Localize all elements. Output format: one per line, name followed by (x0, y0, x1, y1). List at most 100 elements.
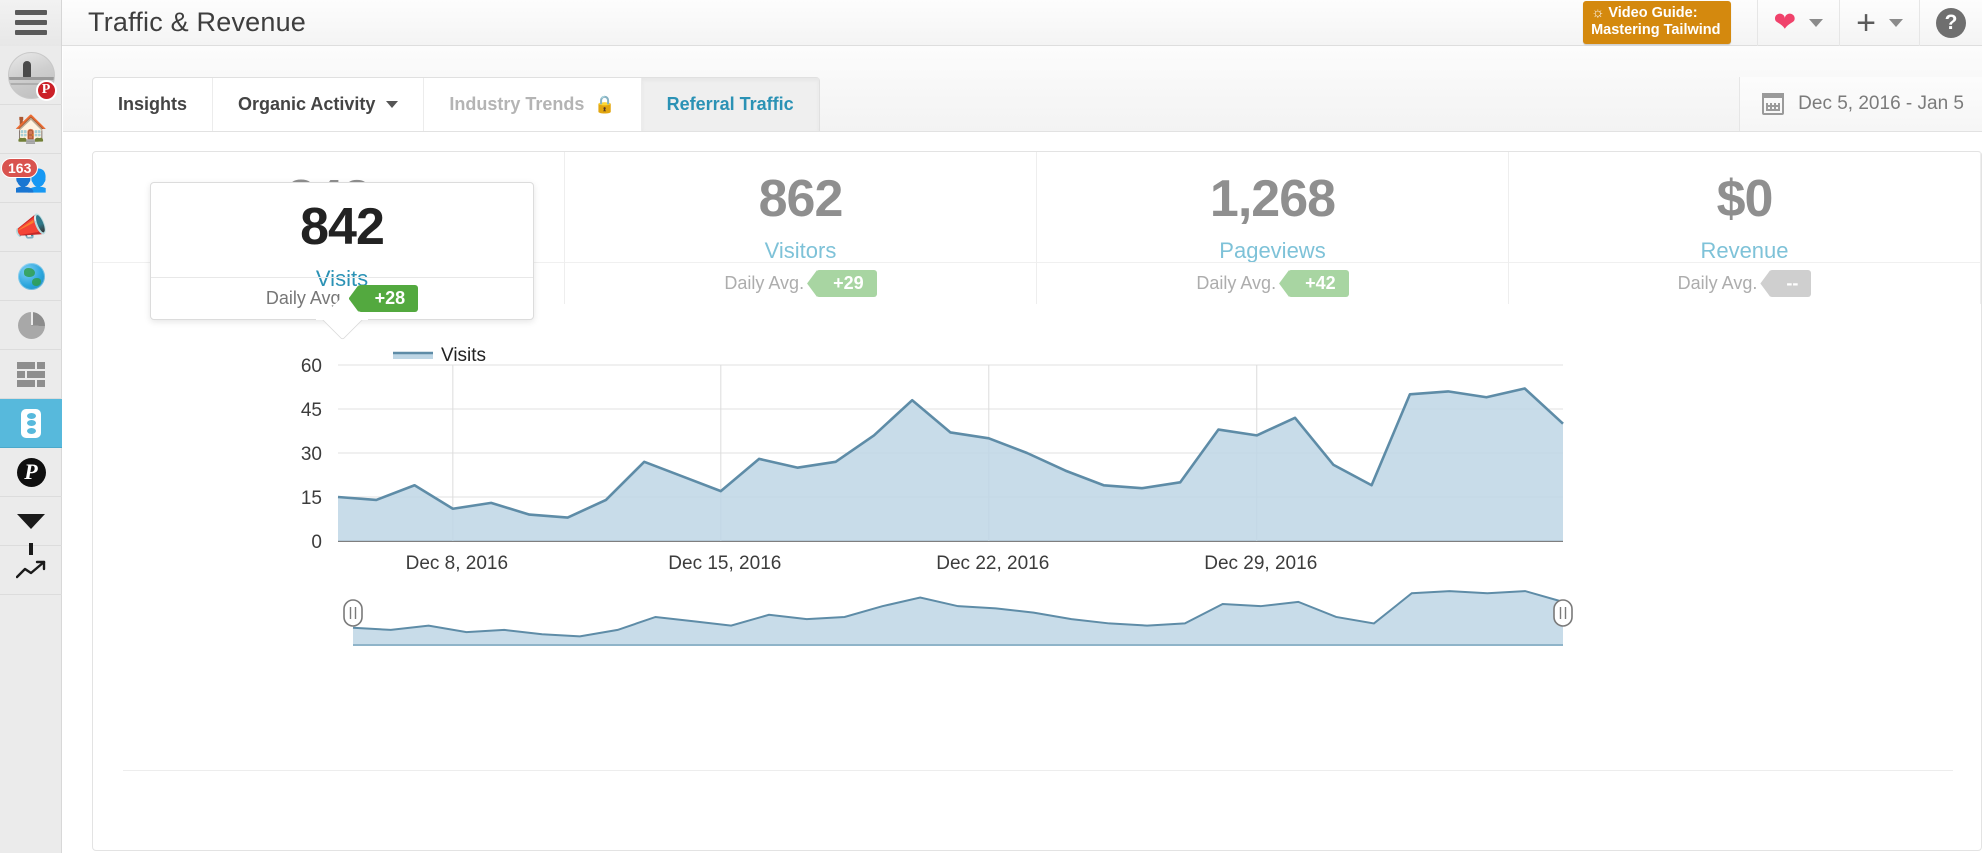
hamburger-bar (14, 20, 47, 25)
svg-text:Visits: Visits (441, 345, 486, 366)
tab-organic-activity[interactable]: Organic Activity (213, 78, 425, 131)
trend-line-icon (16, 560, 46, 579)
sidebar-item-tiles[interactable] (0, 350, 62, 399)
kpi-delta-badge: +29 (816, 270, 877, 297)
sidebar-item-account-avatar[interactable]: P (0, 46, 62, 105)
megaphone-icon: 📣 (14, 211, 48, 242)
question-mark-icon: ? (1936, 7, 1966, 38)
video-guide-line2: Mastering Tailwind (1591, 22, 1721, 38)
plus-icon: + (1856, 3, 1876, 42)
left-range-handle[interactable] (343, 599, 363, 627)
tab-label: Insights (118, 94, 188, 114)
create-menu[interactable]: + (1839, 0, 1919, 46)
kpi-label: Revenue (1700, 238, 1789, 263)
pinterest-badge-icon: P (35, 79, 57, 101)
svg-text:Dec 8, 2016: Dec 8, 2016 (406, 553, 508, 574)
visits-area-chart: 0 15 30 45 60 Dec 8, 2016 Dec 15, 2016 Dec 22, … (93, 337, 1982, 797)
tab-label: Industry Trends (449, 94, 585, 114)
kpi-footer-label: Daily Avg. (724, 273, 805, 293)
kpi-card-visits-selected[interactable]: 842 Visits Daily Avg. +28 (150, 182, 534, 320)
tab-bar: Insights Organic Activity Industry Trend… (92, 77, 820, 131)
tab-referral-traffic[interactable]: Referral Traffic (641, 78, 819, 131)
chevron-down-icon (386, 101, 399, 108)
svg-text:Dec 29, 2016: Dec 29, 2016 (1204, 553, 1317, 574)
traffic-panel: 842 Visits Daily Avg. +28 862 Visitors D… (92, 151, 1982, 851)
tab-insights[interactable]: Insights (93, 78, 214, 131)
tab-industry-trends[interactable]: Industry Trends 🔒 (424, 78, 642, 131)
date-range-picker[interactable]: Dec 5, 2016 - Jan 5 (1739, 77, 1982, 131)
main-content: Insights Organic Activity Industry Trend… (63, 46, 1982, 853)
video-guide-button[interactable]: ☼ Video Guide: Mastering Tailwind (1583, 1, 1731, 44)
kpi-delta-badge: +28 (357, 285, 419, 312)
pinterest-icon: P (16, 457, 46, 487)
kpi-delta-badge: -- (1769, 270, 1812, 297)
sidebar-item-domain[interactable] (0, 252, 62, 301)
kpi-card-pageviews[interactable]: 1,268 Pageviews Daily Avg. +42 (1037, 152, 1509, 304)
kpi-delta-badge: +42 (1288, 270, 1349, 297)
svg-text:Dec 22, 2016: Dec 22, 2016 (936, 553, 1049, 574)
grid-icon (17, 361, 45, 387)
hamburger-bar (14, 30, 47, 35)
kpi-label: Visitors (764, 238, 837, 263)
traffic-light-icon (21, 408, 41, 438)
video-guide-line1: Video Guide: (1608, 5, 1698, 21)
sidebar-item-home[interactable]: 🏠 (0, 105, 62, 154)
page-title: Traffic & Revenue (88, 7, 307, 37)
kpi-value: 842 (300, 198, 385, 256)
kpi-footer: Daily Avg. -- (1509, 262, 1980, 304)
right-range-handle[interactable] (1553, 599, 1573, 627)
left-sidebar: P 🏠 163 👥 📣 P (0, 46, 62, 853)
home-icon: 🏠 (14, 113, 48, 144)
app-root: Traffic & Revenue ☼ Video Guide: Masterin… (0, 0, 1982, 853)
chevron-down-icon (1889, 18, 1903, 27)
chart-canvas[interactable]: 0 15 30 45 60 Dec 8, 2016 Dec 15, 2016 Dec 22, … (93, 337, 1982, 797)
funnel-icon (17, 513, 45, 555)
svg-text:Dec 15, 2016: Dec 15, 2016 (668, 553, 781, 574)
kpi-value: 862 (758, 170, 844, 228)
lock-icon: 🔒 (594, 94, 616, 114)
kpi-footer: Daily Avg. +28 (151, 277, 533, 319)
sidebar-item-analytics[interactable] (0, 301, 62, 350)
lightbulb-icon: ☼ (1591, 5, 1605, 21)
kpi-value: $0 (1716, 170, 1774, 228)
tab-label: Organic Activity (238, 94, 376, 114)
favorites-menu[interactable]: ❤ (1756, 0, 1840, 46)
calendar-icon (1762, 93, 1785, 115)
svg-text:0: 0 (311, 532, 322, 553)
kpi-footer: Daily Avg. +42 (1037, 262, 1508, 304)
help-button[interactable]: ? (1919, 0, 1982, 46)
pie-chart-icon (17, 311, 45, 339)
kpi-footer: Daily Avg. +29 (565, 262, 1036, 304)
kpi-value: 1,268 (1209, 170, 1336, 228)
avatar: P (7, 51, 57, 101)
sidebar-item-pinterest[interactable]: P (0, 448, 62, 497)
svg-text:15: 15 (301, 488, 322, 509)
svg-text:45: 45 (301, 400, 322, 421)
sidebar-item-traffic[interactable] (0, 399, 62, 448)
svg-text:60: 60 (301, 356, 322, 377)
sidebar-item-promote[interactable]: 📣 (0, 203, 62, 252)
hamburger-menu-icon[interactable] (0, 0, 62, 46)
kpi-footer-label: Daily Avg. (265, 288, 346, 308)
heart-icon: ❤ (1773, 7, 1797, 37)
sidebar-item-trending[interactable] (0, 546, 62, 595)
header-actions: ☼ Video Guide: Mastering Tailwind ❤ + ? (1583, 0, 1982, 46)
kpi-footer-label: Daily Avg. (1196, 273, 1277, 293)
panel-divider (123, 770, 1953, 771)
kpi-row: 842 Visits Daily Avg. +28 862 Visitors D… (93, 152, 1981, 320)
sidebar-item-community[interactable]: 163 👥 (0, 154, 62, 203)
top-header-bar: Traffic & Revenue ☼ Video Guide: Masterin… (0, 0, 1982, 46)
globe-icon (17, 262, 45, 290)
chevron-down-icon (1809, 18, 1824, 27)
notification-count-badge: 163 (1, 158, 39, 178)
kpi-label: Pageviews (1219, 238, 1326, 263)
kpi-card-visitors[interactable]: 862 Visitors Daily Avg. +29 (565, 152, 1037, 304)
kpi-footer-label: Daily Avg. (1677, 273, 1758, 293)
date-range-value: Dec 5, 2016 - Jan 5 (1798, 93, 1964, 114)
kpi-card-revenue[interactable]: $0 Revenue Daily Avg. -- (1509, 152, 1981, 304)
svg-text:30: 30 (301, 444, 322, 465)
tab-label: Referral Traffic (666, 94, 794, 114)
hamburger-bar (14, 10, 47, 15)
tab-bar-region: Insights Organic Activity Industry Trend… (63, 46, 1982, 132)
sidebar-item-funnel[interactable] (0, 497, 62, 555)
